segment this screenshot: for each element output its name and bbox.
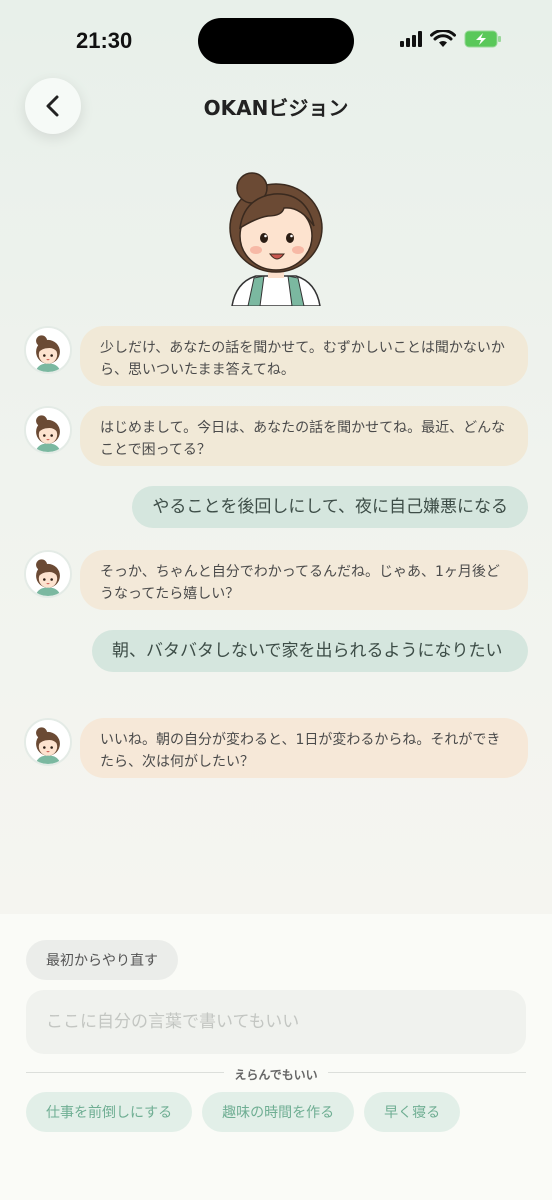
okan-message: 少しだけ、あなたの話を聞かせて。むずかしいことは聞かないから、思いついたまま答え… (24, 326, 528, 386)
chip-hobby-time[interactable]: 趣味の時間を作る (202, 1092, 355, 1132)
okan-message: はじめまして。今日は、あなたの話を聞かせてね。最近、どんなことで困ってる？ (24, 406, 528, 466)
free-text-input[interactable] (26, 990, 526, 1054)
status-time: 21:30 (76, 28, 133, 53)
okan-message: そっか、ちゃんと自分でわかってるんだね。じゃあ、1ヶ月後どうなってたら嬉しい？ (24, 550, 528, 610)
wifi-icon (430, 30, 456, 47)
status-icons (400, 30, 502, 48)
okan-avatar (24, 550, 72, 598)
okan-bubble: いいね。朝の自分が変わると、1日が変わるからね。それができたら、次は何がしたい？ (80, 718, 528, 778)
okan-bubble: そっか、ちゃんと自分でわかってるんだね。じゃあ、1ヶ月後どうなってたら嬉しい？ (80, 550, 528, 610)
okan-message: いいね。朝の自分が変わると、1日が変わるからね。それができたら、次は何がしたい？ (24, 718, 528, 778)
suggestion-chips: 仕事を前倒しにする 趣味の時間を作る 早く寝る (26, 1092, 461, 1132)
divider-label-wrap: えらんでもいい (0, 1064, 552, 1083)
okan-bubble: はじめまして。今日は、あなたの話を聞かせてね。最近、どんなことで困ってる？ (80, 406, 528, 466)
signal-icon (400, 31, 422, 47)
user-bubble: やることを後回しにして、夜に自己嫌悪になる (132, 486, 528, 528)
user-bubble: 朝、バタバタしないで家を出られるようになりたい (92, 630, 528, 672)
okan-avatar (24, 718, 72, 766)
okan-avatar-large (229, 172, 323, 306)
page-title: OKANビジョン (203, 96, 349, 120)
okan-bubble: 少しだけ、あなたの話を聞かせて。むずかしいことは聞かないから、思いついたまま答え… (80, 326, 528, 386)
input-panel: 最初からやり直す えらんでもいい 仕事を前倒しにする 趣味の時間を作る 早く寝る (0, 914, 552, 1200)
okan-avatar (24, 326, 72, 374)
okan-avatar (24, 406, 72, 454)
dynamic-island (198, 18, 354, 64)
chip-sleep-early[interactable]: 早く寝る (364, 1092, 461, 1132)
battery-charging-icon (464, 30, 501, 48)
restart-button[interactable]: 最初からやり直す (26, 940, 178, 980)
divider-label: えらんでもいい (224, 1068, 328, 1082)
status-bar: 21:30 (0, 0, 552, 80)
chip-work-ahead[interactable]: 仕事を前倒しにする (26, 1092, 193, 1132)
